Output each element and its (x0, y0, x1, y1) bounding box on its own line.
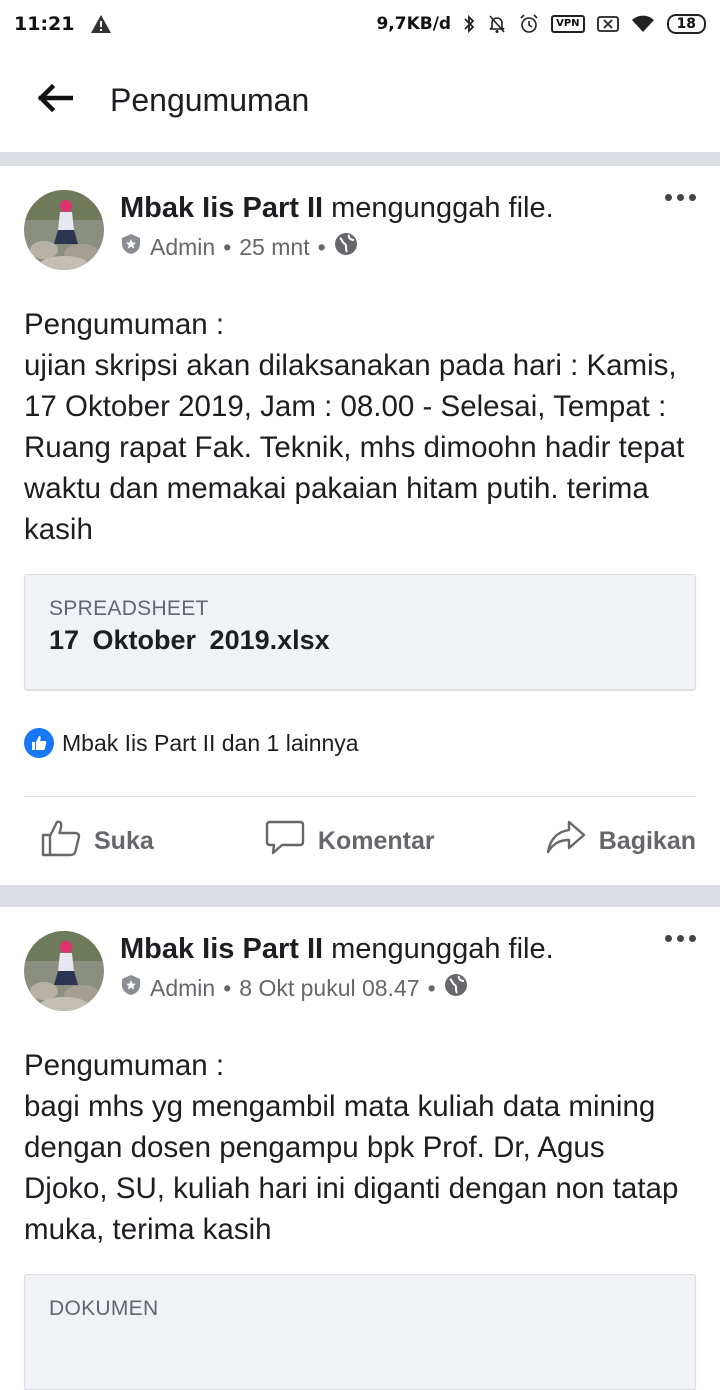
meta-separator: • (427, 974, 436, 1001)
post-action-text: mengunggah file. (331, 192, 554, 224)
globe-icon (334, 232, 358, 262)
status-bar: 11:21 9,7KB/d VPN 18 (0, 0, 720, 48)
post-meta: Admin • 25 mnt • (120, 232, 554, 262)
comment-icon (264, 818, 306, 865)
avatar[interactable] (24, 190, 104, 270)
post-text: Pengumuman : ujian skripsi akan dilaksan… (24, 308, 685, 546)
vpn-icon: VPN (551, 15, 585, 33)
post-time[interactable]: 8 Okt pukul 08.47 (239, 975, 419, 1002)
section-divider (0, 152, 720, 166)
admin-badge-icon (120, 974, 142, 1002)
avatar[interactable] (24, 931, 104, 1011)
back-button[interactable] (0, 83, 110, 117)
file-attachment[interactable]: DOKUMEN (24, 1274, 696, 1390)
post-text: Pengumuman : bagi mhs yg mengambil mata … (24, 1049, 679, 1246)
globe-icon (444, 973, 468, 1003)
share-label: Bagikan (598, 826, 696, 855)
post-card: Mbak Iis Part II mengunggah file. Admin … (0, 907, 720, 1390)
no-sim-icon (596, 16, 619, 32)
post-header: Mbak Iis Part II mengunggah file. Admin … (24, 166, 696, 278)
mute-bell-icon (487, 14, 507, 34)
net-speed: 9,7KB/d (376, 14, 452, 34)
more-options-button[interactable] (665, 935, 696, 942)
author-name[interactable]: Mbak Iis Part II (120, 192, 323, 224)
like-label: Suka (94, 826, 154, 855)
post-action-text: mengunggah file. (331, 933, 554, 965)
reactions-summary[interactable]: Mbak Iis Part II dan 1 lainnya (24, 690, 696, 797)
meta-separator: • (317, 233, 326, 260)
attachment-filename: 17 Oktober 2019.xlsx (49, 625, 330, 655)
app-bar: Pengumuman (0, 48, 720, 152)
meta-separator: • (223, 233, 232, 260)
post-header: Mbak Iis Part II mengunggah file. Admin … (24, 907, 696, 1019)
meta-separator: • (223, 974, 232, 1001)
attachment-type: SPREADSHEET (49, 597, 209, 620)
admin-badge-icon (120, 233, 142, 261)
author-role: Admin (150, 233, 216, 260)
author-role: Admin (150, 974, 216, 1001)
file-attachment[interactable]: SPREADSHEET 17 Oktober 2019.xlsx (24, 574, 696, 690)
battery-icon: 18 (666, 14, 706, 34)
post-actions: Suka Komentar Bagikan (0, 797, 720, 885)
post-time[interactable]: 25 mnt (239, 234, 309, 261)
attachment-type: DOKUMEN (49, 1297, 159, 1320)
share-icon (545, 818, 587, 865)
bluetooth-icon (463, 14, 475, 34)
comment-label: Komentar (317, 826, 435, 855)
more-options-button[interactable] (665, 194, 696, 201)
thumbs-up-icon (40, 818, 82, 865)
back-arrow-icon (37, 83, 74, 117)
author-name[interactable]: Mbak Iis Part II (120, 933, 323, 965)
reactions-text: Mbak Iis Part II dan 1 lainnya (62, 729, 359, 756)
like-reaction-icon (24, 728, 54, 758)
alarm-icon (519, 14, 539, 34)
section-divider (0, 885, 720, 907)
share-button[interactable]: Bagikan (545, 818, 696, 865)
status-time: 11:21 (14, 13, 75, 35)
page-title: Pengumuman (110, 81, 310, 118)
warning-icon (90, 14, 112, 34)
comment-button[interactable]: Komentar (264, 818, 435, 865)
post-card: Mbak Iis Part II mengunggah file. Admin … (0, 166, 720, 797)
like-button[interactable]: Suka (40, 818, 154, 865)
wifi-icon (631, 15, 655, 33)
post-meta: Admin • 8 Okt pukul 08.47 • (120, 973, 554, 1003)
